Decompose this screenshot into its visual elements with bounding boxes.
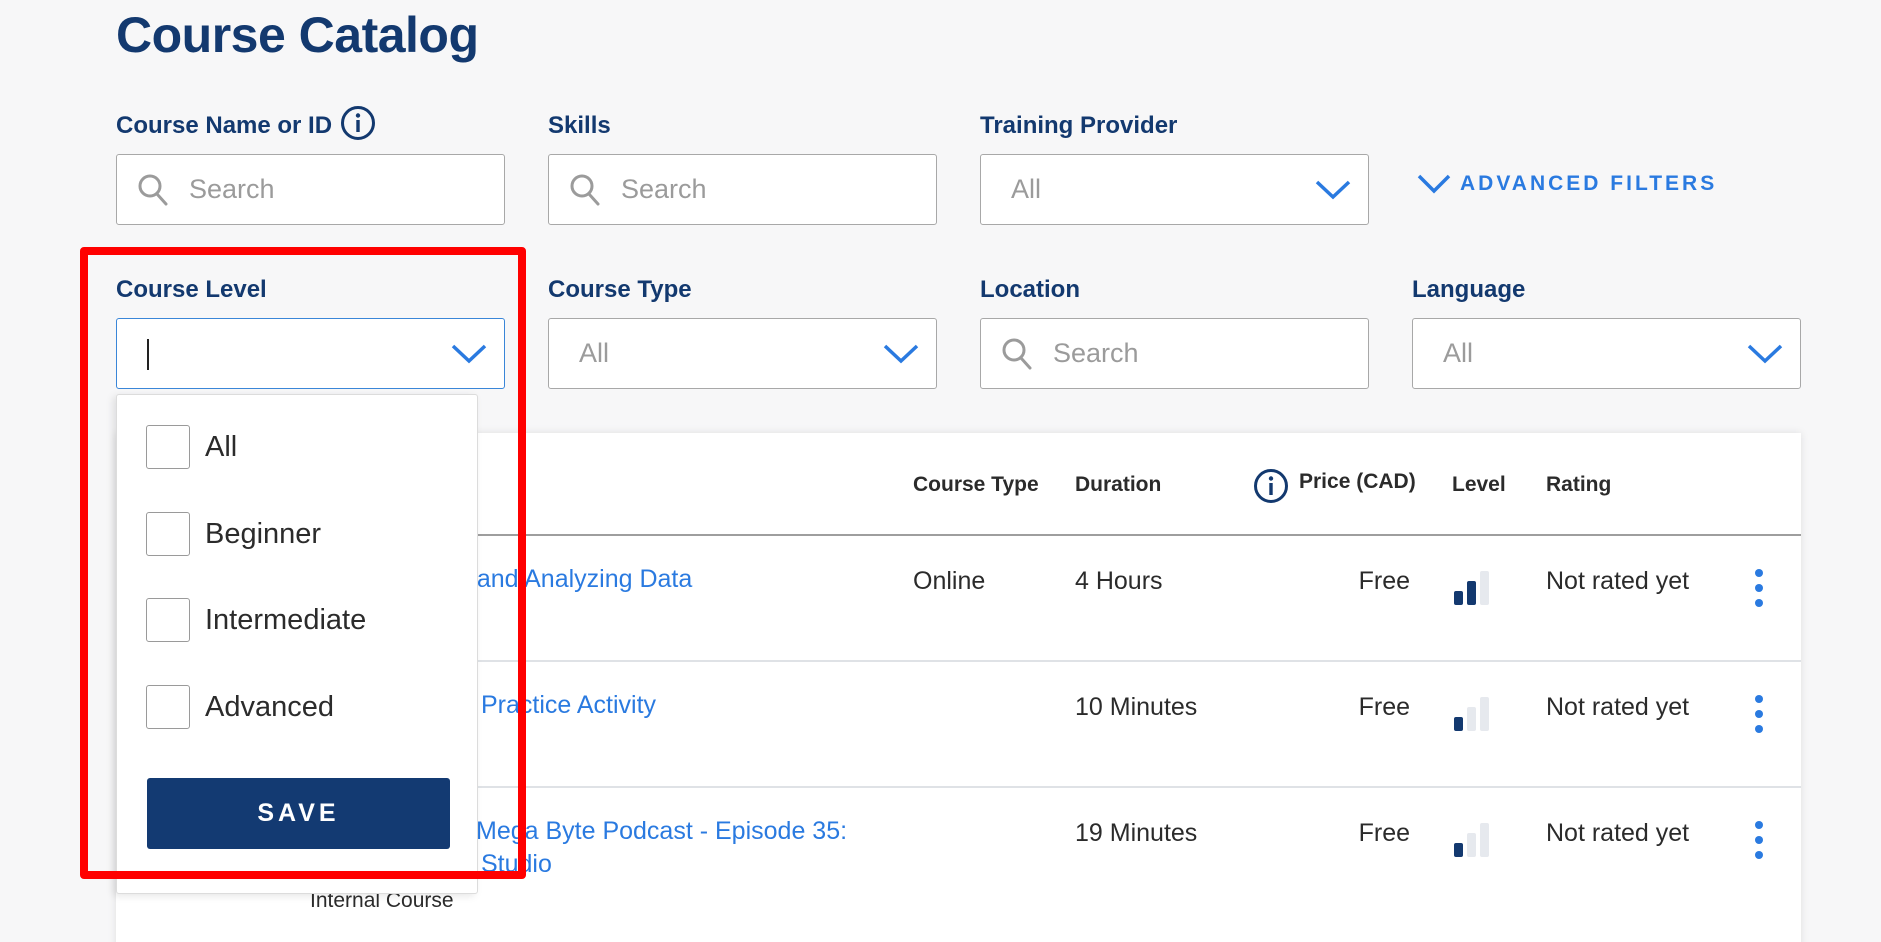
skills-label: Skills (548, 112, 611, 140)
option-label: All (205, 431, 237, 464)
level-option-advanced[interactable]: Advanced (146, 685, 334, 729)
location-search-input[interactable]: Search (980, 318, 1369, 389)
course-level-dropdown-menu: All Beginner Intermediate Advanced SAVE (116, 394, 478, 894)
header-course-type[interactable]: Course Type (913, 473, 1039, 497)
level-indicator-icon (1453, 821, 1493, 857)
training-provider-select[interactable]: All (980, 154, 1369, 225)
advanced-filters-toggle[interactable]: ADVANCED FILTERS (1416, 172, 1717, 196)
chevron-down-icon (1314, 177, 1352, 203)
advanced-filters-label: ADVANCED FILTERS (1460, 172, 1717, 196)
save-button[interactable]: SAVE (147, 778, 450, 849)
course-title-link-line2[interactable]: Studio (481, 848, 552, 881)
level-bar-empty (1480, 823, 1489, 857)
level-bar-filled (1467, 581, 1476, 605)
header-level[interactable]: Level (1452, 473, 1506, 497)
course-name-label: Course Name or ID (116, 112, 332, 140)
chevron-down-icon (1416, 172, 1452, 196)
checkbox[interactable] (146, 512, 190, 556)
header-rating[interactable]: Rating (1546, 473, 1611, 497)
search-icon (137, 173, 171, 207)
duration-cell: 19 Minutes (1075, 819, 1197, 848)
level-option-all[interactable]: All (146, 425, 237, 469)
header-price[interactable]: Price (CAD) (1299, 470, 1416, 494)
level-option-intermediate[interactable]: Intermediate (146, 598, 366, 642)
price-cell: Free (1320, 693, 1410, 722)
course-level-select[interactable] (116, 318, 505, 389)
chevron-down-icon (450, 341, 488, 367)
more-options-icon[interactable] (1753, 821, 1765, 865)
rating-cell: Not rated yet (1546, 567, 1689, 596)
search-icon (569, 173, 603, 207)
price-cell: Free (1320, 567, 1410, 596)
chevron-down-icon (1746, 341, 1784, 367)
level-option-beginner[interactable]: Beginner (146, 512, 321, 556)
level-indicator-icon (1453, 569, 1493, 605)
checkbox[interactable] (146, 685, 190, 729)
search-icon (1001, 337, 1035, 371)
rating-cell: Not rated yet (1546, 693, 1689, 722)
search-placeholder: Search (1053, 338, 1139, 369)
checkbox[interactable] (146, 425, 190, 469)
info-icon[interactable] (1253, 468, 1289, 504)
level-bar-empty (1467, 707, 1476, 731)
search-placeholder: Search (621, 174, 707, 205)
rating-cell: Not rated yet (1546, 819, 1689, 848)
level-bar-filled (1454, 843, 1463, 857)
page-title: Course Catalog (116, 6, 479, 64)
chevron-down-icon (882, 341, 920, 367)
search-placeholder: Search (189, 174, 275, 205)
course-type-select[interactable]: All (548, 318, 937, 389)
level-bar-empty (1467, 833, 1476, 857)
course-title-link[interactable]: Mega Byte Podcast - Episode 35: (476, 815, 847, 848)
course-level-label: Course Level (116, 276, 267, 304)
level-bar-empty (1480, 571, 1489, 605)
course-title-link[interactable]: Practice Activity (481, 689, 656, 722)
option-label: Beginner (205, 518, 321, 551)
checkbox[interactable] (146, 598, 190, 642)
select-value: All (1443, 338, 1473, 369)
level-bar-empty (1480, 697, 1489, 731)
language-label: Language (1412, 276, 1525, 304)
info-icon[interactable] (340, 105, 376, 141)
duration-cell: 10 Minutes (1075, 693, 1197, 722)
skills-search-input[interactable]: Search (548, 154, 937, 225)
level-bar-filled (1454, 717, 1463, 731)
price-cell: Free (1320, 819, 1410, 848)
course-type-cell: Online (913, 567, 985, 596)
option-label: Advanced (205, 691, 334, 724)
select-value: All (1011, 174, 1041, 205)
course-type-label: Course Type (548, 276, 692, 304)
duration-cell: 4 Hours (1075, 567, 1163, 596)
header-duration[interactable]: Duration (1075, 473, 1161, 497)
select-value: All (579, 338, 609, 369)
location-label: Location (980, 276, 1080, 304)
course-name-search-input[interactable]: Search (116, 154, 505, 225)
more-options-icon[interactable] (1753, 695, 1765, 739)
language-select[interactable]: All (1412, 318, 1801, 389)
option-label: Intermediate (205, 604, 366, 637)
level-indicator-icon (1453, 695, 1493, 731)
level-bar-filled (1454, 591, 1463, 605)
course-title-link[interactable]: g and Analyzing Data (456, 563, 692, 596)
text-caret (147, 339, 149, 370)
training-provider-label: Training Provider (980, 112, 1177, 140)
more-options-icon[interactable] (1753, 569, 1765, 613)
